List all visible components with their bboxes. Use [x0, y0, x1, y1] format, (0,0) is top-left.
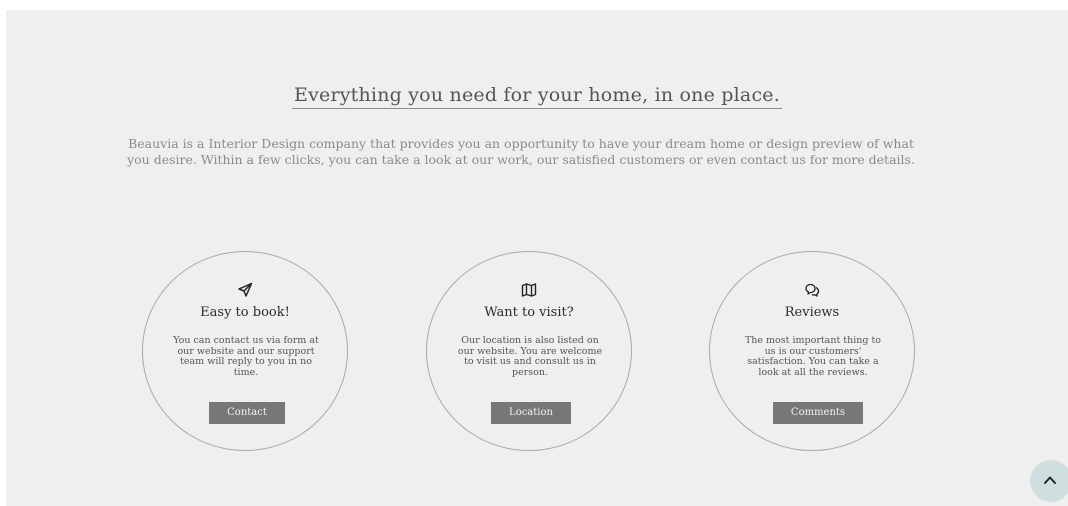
- section-heading-wrapper: Everything you need for your home, in on…: [6, 84, 1068, 109]
- feature-card-booking: Easy to book! You can contact us via for…: [142, 251, 348, 451]
- feature-title: Easy to book!: [200, 305, 290, 320]
- intro-paragraph: Beauvia is a Interior Design company tha…: [127, 136, 915, 167]
- features-section: Everything you need for your home, in on…: [6, 10, 1068, 506]
- feature-description: You can contact us via form at our websi…: [173, 335, 319, 378]
- chevron-up-icon: [1044, 476, 1056, 484]
- feature-description: The most important thing to us is our cu…: [744, 335, 882, 378]
- feature-description: Our location is also listed on our websi…: [457, 335, 603, 378]
- feature-title: Reviews: [784, 305, 840, 320]
- paper-plane-icon: [143, 282, 347, 300]
- feature-title: Want to visit?: [484, 305, 574, 320]
- feature-card-visit: Want to visit? Our location is also list…: [426, 251, 632, 451]
- map-icon: [427, 282, 631, 300]
- chat-bubbles-icon: [710, 282, 914, 300]
- comments-button[interactable]: Comments: [773, 402, 863, 424]
- section-heading: Everything you need for your home, in on…: [292, 84, 782, 109]
- feature-card-reviews: Reviews The most important thing to us i…: [709, 251, 915, 451]
- location-button[interactable]: Location: [491, 402, 571, 424]
- contact-button[interactable]: Contact: [209, 402, 285, 424]
- scroll-to-top-button[interactable]: [1030, 460, 1068, 502]
